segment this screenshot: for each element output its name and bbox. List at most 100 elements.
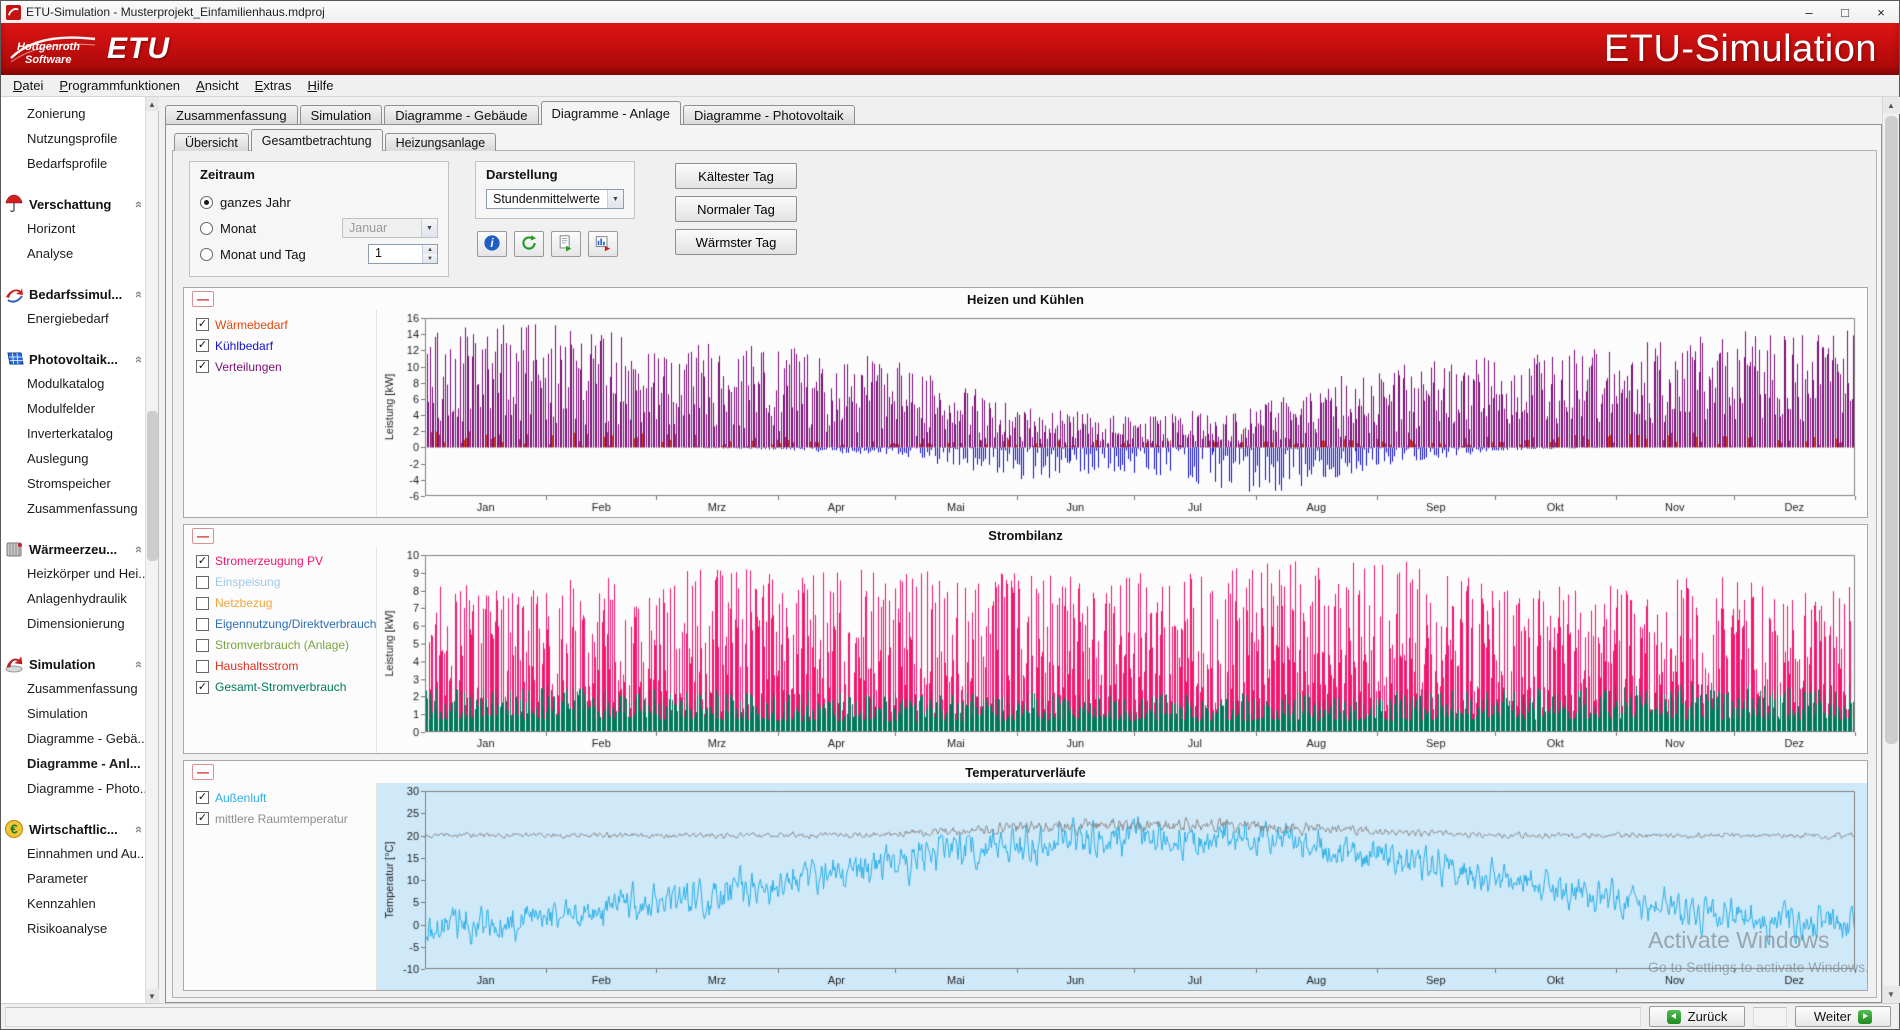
sidebar-item-zusammenfassung[interactable]: Zusammenfassung xyxy=(1,676,145,701)
checkbox[interactable]: ✓ xyxy=(196,360,209,373)
checkbox[interactable]: ✓ xyxy=(196,791,209,804)
checkbox[interactable] xyxy=(196,597,209,610)
collapse-chart-button[interactable]: — xyxy=(192,291,214,307)
sidebar-item-zonierung[interactable]: Zonierung xyxy=(1,101,145,126)
checkbox[interactable] xyxy=(196,576,209,589)
back-button[interactable]: Zurück xyxy=(1649,1006,1745,1027)
maximize-button[interactable]: □ xyxy=(1827,2,1863,23)
sidebar-item-analyse[interactable]: Analyse xyxy=(1,241,145,266)
sidebar-item-modulfelder[interactable]: Modulfelder xyxy=(1,396,145,421)
legend-item-stromverbrauch-anlage[interactable]: Stromverbrauch (Anlage) xyxy=(196,635,374,656)
legend-item-verteilungen[interactable]: ✓Verteilungen xyxy=(196,356,374,377)
tab-zusammenfassung[interactable]: Zusammenfassung xyxy=(165,105,298,125)
sidebar-item-diagramme-photo[interactable]: Diagramme - Photo... xyxy=(1,776,145,801)
k-ltester-tag-button[interactable]: Kältester Tag xyxy=(675,163,797,189)
w-rmster-tag-button[interactable]: Wärmster Tag xyxy=(675,229,797,255)
sidebar-item-horizont[interactable]: Horizont xyxy=(1,216,145,241)
sidebar-group-header-verschattung[interactable]: Verschattung» xyxy=(1,192,145,216)
sidebar-group-header-w-rmeerzeu[interactable]: Wärmeerzeu...» xyxy=(1,537,145,561)
sidebar-item-nutzungsprofile[interactable]: Nutzungsprofile xyxy=(1,126,145,151)
spinner-buttons[interactable]: ▲▼ xyxy=(422,245,437,263)
menu-extras[interactable]: Extras xyxy=(247,76,300,95)
sidebar-item-simulation[interactable]: Simulation xyxy=(1,701,145,726)
sidebar-item-risikoanalyse[interactable]: Risikoanalyse xyxy=(1,916,145,941)
scroll-down-icon[interactable]: ▼ xyxy=(146,989,159,1003)
checkbox[interactable]: ✓ xyxy=(196,681,209,694)
menu-programmfunktionen[interactable]: Programmfunktionen xyxy=(51,76,188,95)
info-button[interactable]: i xyxy=(477,231,507,257)
month-select[interactable]: Januar ▼ xyxy=(342,218,438,238)
radio-icon[interactable] xyxy=(200,196,213,209)
menu-hilfe[interactable]: Hilfe xyxy=(300,76,342,95)
collapse-chevron-icon[interactable]: » xyxy=(130,355,145,362)
subtab-bersicht[interactable]: Übersicht xyxy=(174,133,249,151)
scroll-down-icon[interactable]: ▼ xyxy=(1883,986,1900,1003)
sidebar-group-header-bedarfssimul[interactable]: Bedarfssimul...» xyxy=(1,282,145,306)
tab-diagramme-anlage[interactable]: Diagramme - Anlage xyxy=(541,101,682,125)
sidebar-group-header-photovoltaik[interactable]: Photovoltaik...» xyxy=(1,347,145,371)
radio-monat-und-tag[interactable]: Monat und Tag 1 ▲▼ xyxy=(200,241,438,267)
sidebar-item-bedarfsprofile[interactable]: Bedarfsprofile xyxy=(1,151,145,176)
sidebar-scroll-track[interactable] xyxy=(146,111,159,989)
checkbox[interactable] xyxy=(196,639,209,652)
tab-simulation[interactable]: Simulation xyxy=(300,105,383,125)
sidebar-item-zusammenfassung[interactable]: Zusammenfassung xyxy=(1,496,145,521)
spin-up-icon[interactable]: ▲ xyxy=(423,245,437,254)
day-spinner[interactable]: 1 ▲▼ xyxy=(368,244,438,264)
sidebar-item-kennzahlen[interactable]: Kennzahlen xyxy=(1,891,145,916)
spin-down-icon[interactable]: ▼ xyxy=(423,254,437,263)
collapse-chevron-icon[interactable]: » xyxy=(130,660,145,667)
close-button[interactable]: × xyxy=(1863,2,1899,23)
legend-item-gesamt-stromverbrauch[interactable]: ✓Gesamt-Stromverbrauch xyxy=(196,677,374,698)
checkbox[interactable] xyxy=(196,660,209,673)
radio-monat[interactable]: Monat Januar ▼ xyxy=(200,215,438,241)
subtab-gesamtbetrachtung[interactable]: Gesamtbetrachtung xyxy=(251,129,383,151)
chevron-down-icon[interactable]: ▼ xyxy=(421,219,437,237)
legend-item-stromerzeugung-pv[interactable]: ✓Stromerzeugung PV xyxy=(196,551,374,572)
sidebar-item-parameter[interactable]: Parameter xyxy=(1,866,145,891)
sidebar-item-inverterkatalog[interactable]: Inverterkatalog xyxy=(1,421,145,446)
normaler-tag-button[interactable]: Normaler Tag xyxy=(675,196,797,222)
sidebar-item-auslegung[interactable]: Auslegung xyxy=(1,446,145,471)
menu-ansicht[interactable]: Ansicht xyxy=(188,76,247,95)
main-scrollbar[interactable]: ▲ ▼ xyxy=(1882,97,1899,1003)
legend-item-mittlere-raumtemperatur[interactable]: ✓mittlere Raumtemperatur xyxy=(196,808,374,829)
sidebar-item-diagramme-geb[interactable]: Diagramme - Gebä... xyxy=(1,726,145,751)
sidebar-item-heizk-rper-und-hei[interactable]: Heizkörper und Hei... xyxy=(1,561,145,586)
sidebar-scrollbar[interactable]: ▲ ▼ xyxy=(145,97,158,1003)
collapse-chevron-icon[interactable]: » xyxy=(130,290,145,297)
legend-item-k-hlbedarf[interactable]: ✓Kühlbedarf xyxy=(196,335,374,356)
sidebar-group-header-wirtschaftlic[interactable]: €Wirtschaftlic...» xyxy=(1,817,145,841)
checkbox[interactable]: ✓ xyxy=(196,812,209,825)
collapse-chart-button[interactable]: — xyxy=(192,764,214,780)
radio-icon[interactable] xyxy=(200,248,213,261)
collapse-chevron-icon[interactable]: » xyxy=(130,545,145,552)
sidebar-item-dimensionierung[interactable]: Dimensionierung xyxy=(1,611,145,636)
menu-datei[interactable]: Datei xyxy=(5,76,51,95)
sidebar-item-diagramme-anl[interactable]: Diagramme - Anl... xyxy=(1,751,145,776)
chart-copy-button[interactable] xyxy=(588,231,618,257)
checkbox[interactable] xyxy=(196,618,209,631)
scroll-up-icon[interactable]: ▲ xyxy=(1883,97,1900,114)
main-scroll-track[interactable] xyxy=(1883,114,1900,986)
minimize-button[interactable]: – xyxy=(1791,2,1827,23)
tab-diagramme-photovoltaik[interactable]: Diagramme - Photovoltaik xyxy=(683,105,855,125)
legend-item-eigennutzung-direktverbrauch[interactable]: Eigennutzung/Direktverbrauch xyxy=(196,614,374,635)
collapse-chart-button[interactable]: — xyxy=(192,528,214,544)
checkbox[interactable]: ✓ xyxy=(196,339,209,352)
tab-diagramme-geb-ude[interactable]: Diagramme - Gebäude xyxy=(384,105,538,125)
sidebar-group-header-simulation[interactable]: Simulation» xyxy=(1,652,145,676)
sidebar-item-stromspeicher[interactable]: Stromspeicher xyxy=(1,471,145,496)
radio-ganzes-jahr[interactable]: ganzes Jahr xyxy=(200,189,438,215)
legend-item-haushaltsstrom[interactable]: Haushaltsstrom xyxy=(196,656,374,677)
main-scroll-thumb[interactable] xyxy=(1885,116,1898,744)
legend-item-w-rmebedarf[interactable]: ✓Wärmebedarf xyxy=(196,314,374,335)
sidebar-item-energiebedarf[interactable]: Energiebedarf xyxy=(1,306,145,331)
darstellung-select[interactable]: Stundenmittelwerte ▼ xyxy=(486,189,624,209)
sidebar-scroll-thumb[interactable] xyxy=(147,411,158,561)
scroll-up-icon[interactable]: ▲ xyxy=(146,97,159,111)
radio-icon[interactable] xyxy=(200,222,213,235)
sidebar-item-anlagenhydraulik[interactable]: Anlagenhydraulik xyxy=(1,586,145,611)
collapse-chevron-icon[interactable]: » xyxy=(130,825,145,832)
checkbox[interactable]: ✓ xyxy=(196,555,209,568)
